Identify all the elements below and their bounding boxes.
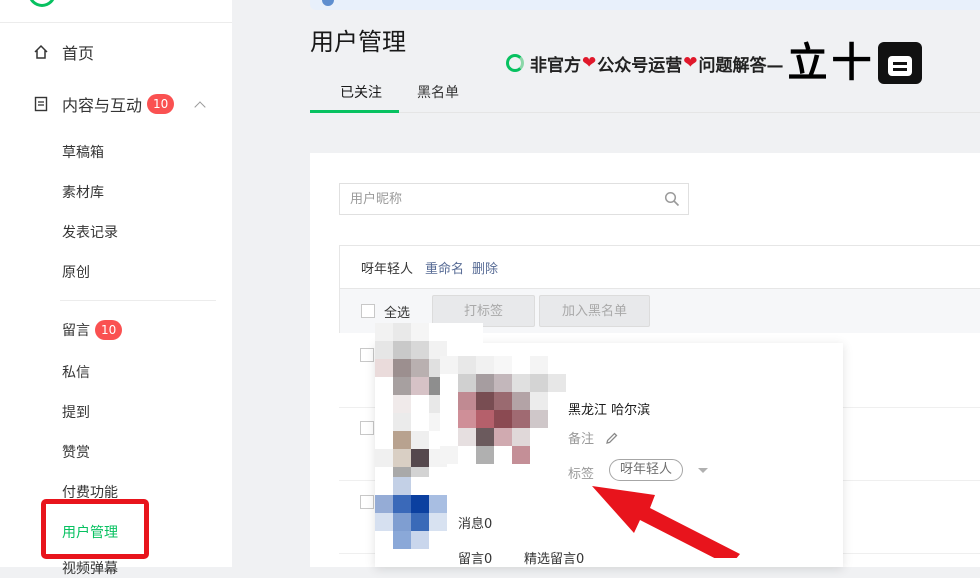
watermark-text: 公众号运营 bbox=[597, 55, 683, 76]
group-name: 呀年轻人 bbox=[361, 261, 414, 277]
select-all-checkbox[interactable] bbox=[361, 304, 375, 318]
sidebar-item-drafts[interactable]: 草稿箱 bbox=[62, 142, 104, 162]
avatar-pixelated bbox=[440, 356, 566, 464]
nav-home[interactable]: 首页 bbox=[32, 40, 94, 64]
avatar-pixelated bbox=[375, 477, 447, 549]
search-icon[interactable] bbox=[664, 191, 680, 207]
home-icon bbox=[32, 43, 50, 61]
content-badge: 10 bbox=[147, 94, 175, 114]
sidebar-item-publish-records[interactable]: 发表记录 bbox=[62, 222, 118, 242]
nav-content-label: 内容与互动 bbox=[62, 96, 143, 115]
sidebar-item-comments[interactable]: 留言 10 bbox=[62, 320, 123, 340]
search-box[interactable] bbox=[339, 183, 689, 215]
active-tab-indicator bbox=[310, 110, 399, 113]
row-checkbox[interactable] bbox=[360, 421, 374, 435]
sidebar-item-label: 原创 bbox=[62, 265, 90, 281]
tabs-divider bbox=[310, 112, 980, 113]
chevron-up-icon[interactable] bbox=[194, 101, 206, 113]
divider bbox=[60, 300, 216, 301]
sidebar-item-label: 素材库 bbox=[62, 185, 104, 201]
tab-following[interactable]: 已关注 bbox=[340, 82, 382, 102]
sidebar-item-label: 视频弹幕 bbox=[62, 561, 118, 577]
featured-comments-count: 精选留言0 bbox=[524, 552, 585, 567]
notice-bar bbox=[310, 0, 980, 10]
comments-count: 留言0 bbox=[458, 552, 493, 567]
page-title: 用户管理 bbox=[310, 28, 406, 56]
sidebar-item-label: 草稿箱 bbox=[62, 145, 104, 161]
avatar bbox=[877, 42, 922, 84]
search-input[interactable] bbox=[340, 184, 660, 214]
group-header: 呀年轻人 重命名 删除 bbox=[339, 245, 980, 289]
watermark-text: 非官方 bbox=[530, 55, 581, 76]
heart-icon: ❤ bbox=[683, 53, 698, 73]
sidebar-item-messages[interactable]: 私信 bbox=[62, 362, 90, 382]
document-icon bbox=[32, 95, 50, 113]
sidebar-item-materials[interactable]: 素材库 bbox=[62, 182, 104, 202]
info-icon bbox=[322, 0, 334, 6]
messages-count: 消息0 bbox=[458, 517, 493, 532]
delete-link[interactable]: 删除 bbox=[472, 258, 498, 277]
pencil-icon[interactable] bbox=[606, 432, 618, 444]
sidebar-item-label: 发表记录 bbox=[62, 225, 118, 241]
select-all-label[interactable]: 全选 bbox=[384, 302, 410, 321]
note-row: 备注 bbox=[568, 428, 618, 447]
watermark-text: 问题解答— bbox=[698, 55, 784, 76]
sidebar-item-label: 私信 bbox=[62, 365, 90, 381]
heart-icon: ❤ bbox=[582, 53, 597, 73]
user-location: 黑龙江 哈尔滨 bbox=[568, 403, 651, 418]
nav-home-label: 首页 bbox=[62, 44, 95, 63]
watermark-logo-char: 立 bbox=[787, 40, 828, 86]
logo bbox=[28, 0, 56, 7]
row-checkbox[interactable] bbox=[360, 495, 374, 509]
sidebar-item-original[interactable]: 原创 bbox=[62, 262, 90, 282]
wechat-logo-icon bbox=[506, 54, 524, 72]
annotation-arrow bbox=[592, 486, 740, 558]
add-blacklist-button[interactable]: 加入黑名单 bbox=[539, 295, 651, 327]
tab-blacklist[interactable]: 黑名单 bbox=[417, 82, 459, 102]
caret-down-icon[interactable] bbox=[698, 468, 708, 473]
sidebar-item-label: 提到 bbox=[62, 405, 90, 421]
rename-link[interactable]: 重命名 bbox=[425, 258, 464, 277]
sidebar-item-mentions[interactable]: 提到 bbox=[62, 402, 90, 422]
divider bbox=[0, 22, 232, 23]
sidebar: 首页 内容与互动 10 草稿箱 素材库 发表记录 原创 留言 10 私信 提到 … bbox=[0, 0, 232, 577]
watermark: 非官方 ❤ 公众号运营 ❤ 问题解答— 立 十 bbox=[506, 42, 922, 84]
row-checkbox[interactable] bbox=[360, 348, 374, 362]
comments-badge: 10 bbox=[95, 320, 123, 340]
sidebar-item-video-danmaku[interactable]: 视频弹幕 bbox=[62, 558, 118, 578]
watermark-logo-char: 十 bbox=[831, 40, 872, 86]
note-label: 备注 bbox=[568, 432, 595, 447]
sidebar-item-rewards[interactable]: 赞赏 bbox=[62, 442, 90, 462]
sidebar-item-label: 赞赏 bbox=[62, 445, 90, 461]
annotation-highlight-box bbox=[41, 499, 149, 559]
sidebar-item-label: 留言 bbox=[62, 323, 90, 339]
nav-content-interaction[interactable]: 内容与互动 10 bbox=[32, 92, 206, 116]
